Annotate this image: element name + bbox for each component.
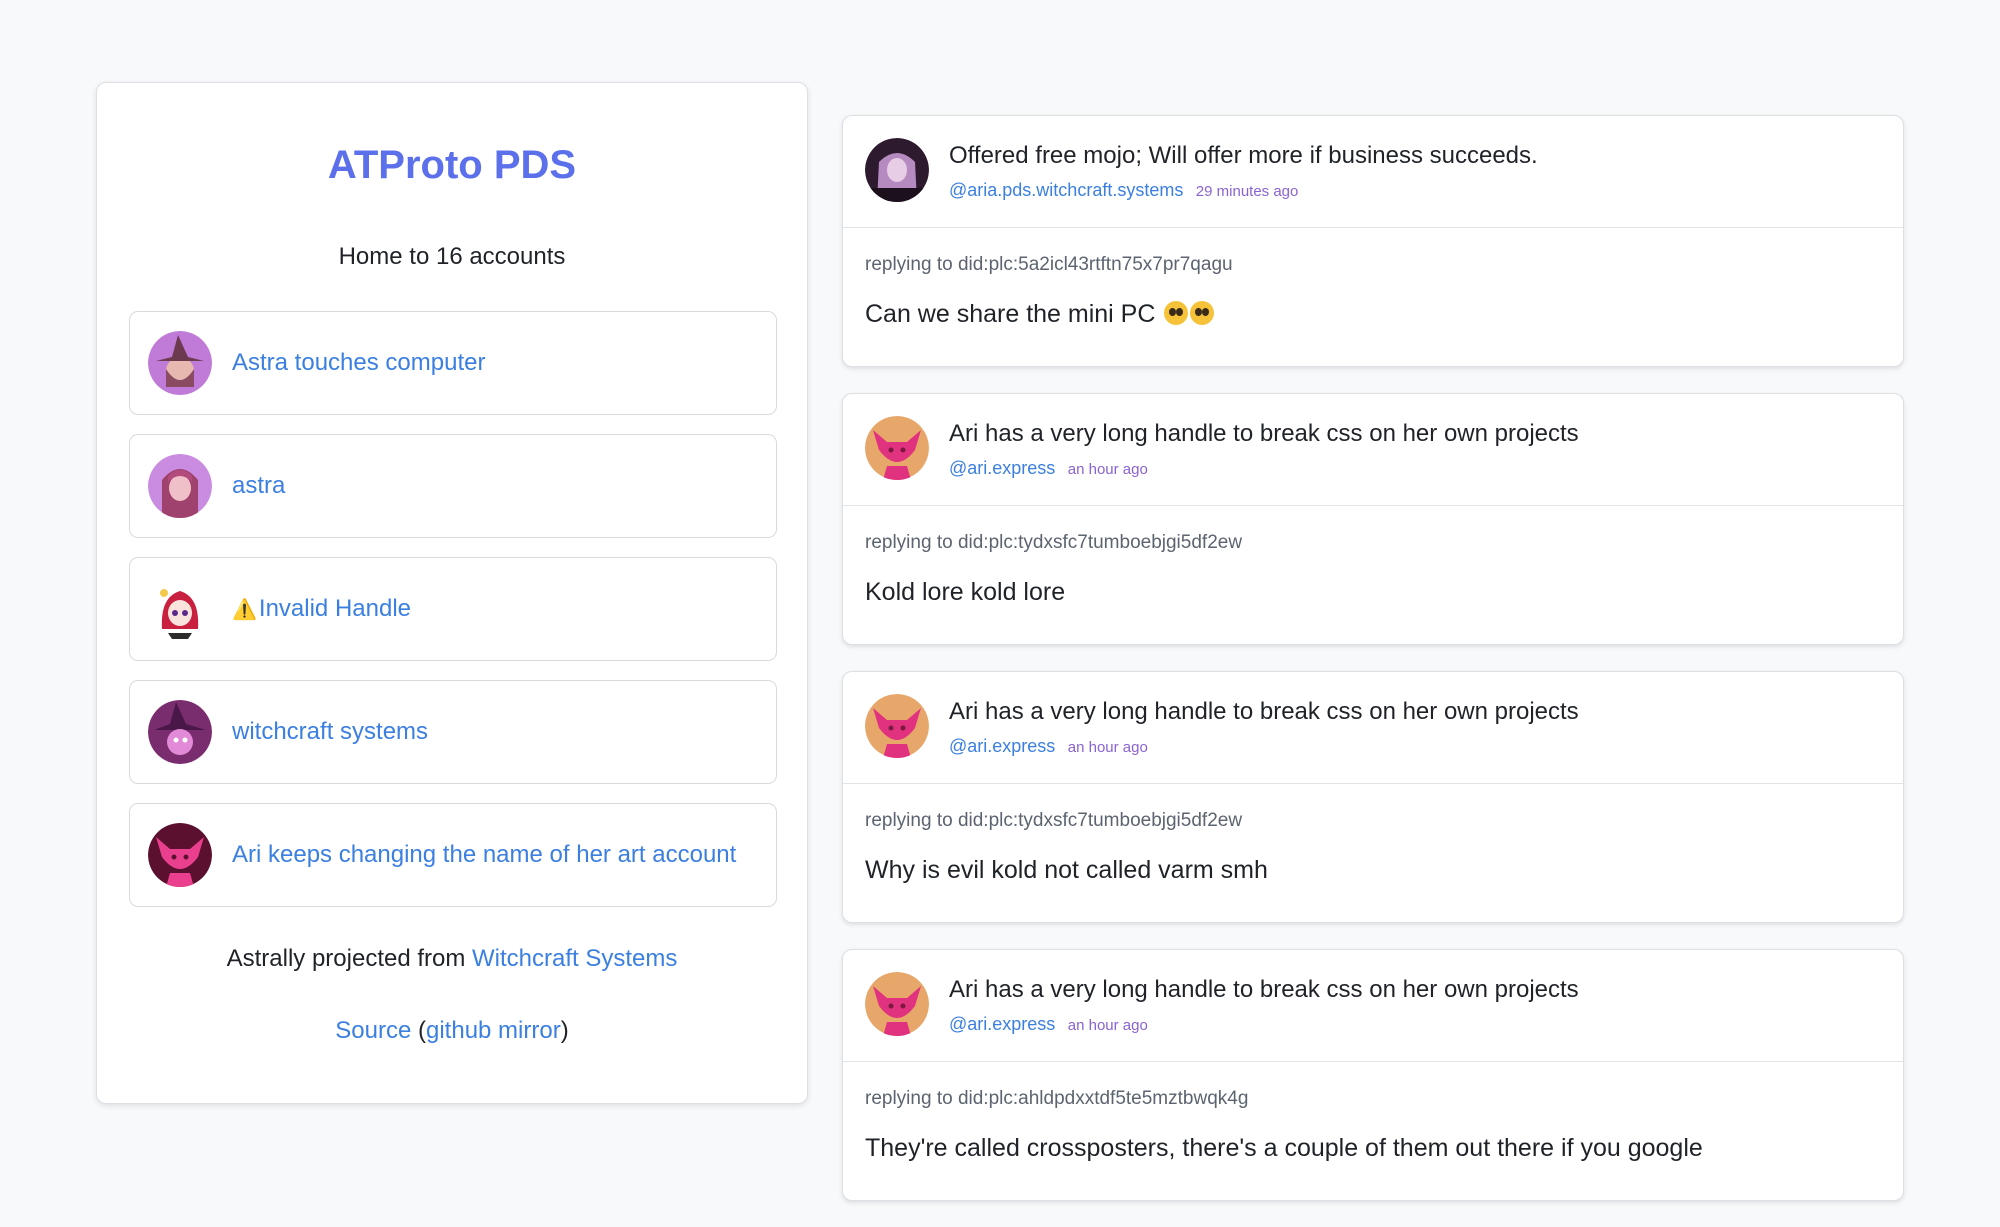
- mirror-paren-close: ): [560, 1017, 569, 1044]
- pink-creature-avatar: [148, 823, 212, 887]
- post-text: Can we share the mini PC: [865, 300, 1156, 328]
- post-time: an hour ago: [1067, 461, 1148, 478]
- post-author: Offered free mojo; Will offer more if bu…: [949, 142, 1538, 169]
- post-time: an hour ago: [1067, 1017, 1148, 1034]
- source-link[interactable]: Source: [335, 1017, 411, 1044]
- post-header: Ari has a very long handle to break css …: [843, 672, 1903, 784]
- post-text: They're called crossposters, there's a c…: [865, 1134, 1703, 1162]
- post-meta: @ari.express an hour ago: [949, 458, 1148, 479]
- post-author: Ari has a very long handle to break css …: [949, 698, 1579, 725]
- witch-hat-avatar: [148, 331, 212, 395]
- site-subtitle: Home to 16 accounts: [338, 243, 566, 270]
- post-author: Ari has a very long handle to break css …: [949, 420, 1579, 447]
- warning-icon: ⚠️: [232, 599, 257, 621]
- account-item[interactable]: witchcraft systems: [129, 680, 777, 784]
- pink-hair-avatar: [148, 454, 212, 518]
- account-name: ⚠️Invalid Handle: [232, 595, 411, 623]
- mirror-paren-open: (: [418, 1017, 426, 1044]
- post-meta: @aria.pds.witchcraft.systems 29 minutes …: [949, 180, 1298, 201]
- post-text: Why is evil kold not called varm smh: [865, 856, 1268, 884]
- reply-to: replying to did:plc:5a2icl43rtftn75x7pr7…: [865, 254, 1233, 275]
- account-item[interactable]: astra: [129, 434, 777, 538]
- account-name: Ari keeps changing the name of her art a…: [232, 841, 737, 868]
- pds-info-card: ATProto PDS Home to 16 accounts Astra to…: [96, 82, 808, 1104]
- anime-girl-avatar: [148, 577, 212, 641]
- reply-to: replying to did:plc:tydxsfc7tumboebjgi5d…: [865, 532, 1243, 553]
- post-header: Offered free mojo; Will offer more if bu…: [843, 116, 1903, 228]
- post-time: an hour ago: [1067, 739, 1148, 756]
- post-author: Ari has a very long handle to break css …: [949, 976, 1579, 1003]
- post-header: Ari has a very long handle to break css …: [843, 394, 1903, 506]
- account-item[interactable]: ⚠️Invalid Handle: [129, 557, 777, 661]
- account-name: astra: [232, 472, 286, 499]
- post-handle[interactable]: @ari.express: [949, 736, 1055, 756]
- post-body: Can we share the mini PC: [865, 300, 1215, 329]
- post-header: Ari has a very long handle to break css …: [843, 950, 1903, 1062]
- github-mirror-link[interactable]: github mirror: [426, 1017, 561, 1044]
- pink-creature-avatar: [865, 416, 929, 480]
- post-card[interactable]: Ari has a very long handle to break css …: [842, 393, 1904, 645]
- pleading-face-icon: [1190, 301, 1215, 325]
- dark-purple-avatar: [865, 138, 929, 202]
- post-meta: @ari.express an hour ago: [949, 1014, 1148, 1035]
- post-handle[interactable]: @aria.pds.witchcraft.systems: [949, 180, 1183, 200]
- account-item[interactable]: Astra touches computer: [129, 311, 777, 415]
- pleading-face-icon: [1164, 301, 1189, 325]
- witchcraft-systems-link[interactable]: Witchcraft Systems: [472, 945, 677, 972]
- account-item[interactable]: Ari keeps changing the name of her art a…: [129, 803, 777, 907]
- pink-creature-avatar: [865, 972, 929, 1036]
- post-handle[interactable]: @ari.express: [949, 1014, 1055, 1034]
- post-card[interactable]: Ari has a very long handle to break css …: [842, 949, 1904, 1201]
- reply-to: replying to did:plc:tydxsfc7tumboebjgi5d…: [865, 810, 1243, 831]
- projected-prefix: Astrally projected from: [226, 945, 466, 972]
- site-title: ATProto PDS: [327, 143, 577, 187]
- reply-to: replying to did:plc:ahldpdxxtdf5te5mztbw…: [865, 1088, 1249, 1109]
- account-list: Astra touches computer astra ⚠️Invalid H…: [129, 311, 777, 926]
- post-card[interactable]: Ari has a very long handle to break css …: [842, 671, 1904, 923]
- account-name: Astra touches computer: [232, 349, 486, 376]
- post-time: 29 minutes ago: [1195, 183, 1299, 200]
- source-links: Source (github mirror): [97, 1017, 807, 1045]
- post-handle[interactable]: @ari.express: [949, 458, 1055, 478]
- account-name-text: Invalid Handle: [258, 595, 412, 622]
- pink-creature-avatar: [865, 694, 929, 758]
- projected-from: Astrally projected from Witchcraft Syste…: [97, 945, 807, 973]
- account-name: witchcraft systems: [232, 718, 429, 745]
- post-meta: @ari.express an hour ago: [949, 736, 1148, 757]
- post-feed: Offered free mojo; Will offer more if bu…: [842, 115, 1904, 1227]
- post-card[interactable]: Offered free mojo; Will offer more if bu…: [842, 115, 1904, 367]
- purple-witch-avatar: [148, 700, 212, 764]
- post-text: Kold lore kold lore: [865, 578, 1066, 606]
